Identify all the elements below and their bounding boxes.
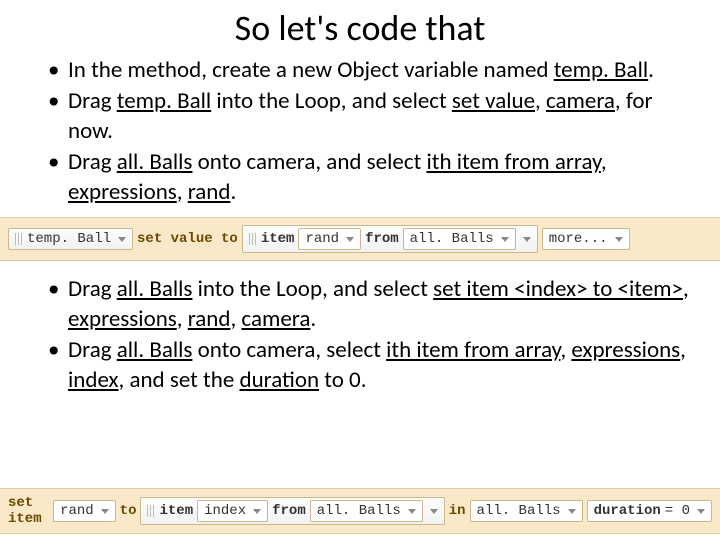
slide-title: So let's code that: [0, 6, 720, 50]
token-allballs[interactable]: all. Balls: [403, 228, 516, 250]
token-rand[interactable]: rand: [53, 500, 116, 522]
chevron-down-icon: [408, 509, 416, 514]
bullet-item: In the method, create a new Object varia…: [66, 56, 698, 85]
token-index[interactable]: index: [197, 500, 268, 522]
token-tempball[interactable]: temp. Ball: [8, 228, 133, 250]
keyword-set-value: set value to: [137, 231, 238, 247]
bullet-item: Drag all. Balls onto camera, and select …: [66, 148, 698, 207]
code-bar-2: set item rand to item index from all. Ba…: [0, 488, 720, 534]
token-rand[interactable]: rand: [298, 228, 361, 250]
chevron-down-icon: [101, 509, 109, 514]
chevron-down-icon: [615, 237, 623, 242]
token-item-group[interactable]: item rand from all. Balls: [242, 225, 538, 253]
chevron-down-icon: [568, 509, 576, 514]
token-allballs[interactable]: all. Balls: [310, 500, 423, 522]
chevron-down-icon: [501, 237, 509, 242]
code-bar-1: temp. Ball set value to item rand from a…: [0, 217, 720, 261]
chevron-down-icon: [253, 509, 261, 514]
chevron-down-icon: [118, 237, 126, 242]
token-item-group[interactable]: item index from all. Balls: [140, 497, 444, 525]
chevron-down-icon: [430, 509, 438, 514]
token-allballs-2[interactable]: all. Balls: [470, 500, 583, 522]
keyword-to: to: [120, 503, 137, 519]
keyword-in: in: [449, 503, 466, 519]
token-duration[interactable]: duration = 0: [587, 500, 712, 522]
bullets-bottom: Drag all. Balls into the Loop, and selec…: [22, 275, 698, 395]
keyword-set-item: set item: [8, 495, 49, 527]
chevron-down-icon: [523, 237, 531, 242]
chevron-down-icon: [346, 237, 354, 242]
chevron-down-icon: [697, 509, 705, 514]
bullet-item: Drag all. Balls into the Loop, and selec…: [66, 275, 698, 334]
bullets-top: In the method, create a new Object varia…: [22, 56, 698, 207]
bullet-item: Drag temp. Ball into the Loop, and selec…: [66, 87, 698, 146]
bullet-item: Drag all. Balls onto camera, select ith …: [66, 336, 698, 395]
token-more[interactable]: more...: [542, 228, 630, 250]
